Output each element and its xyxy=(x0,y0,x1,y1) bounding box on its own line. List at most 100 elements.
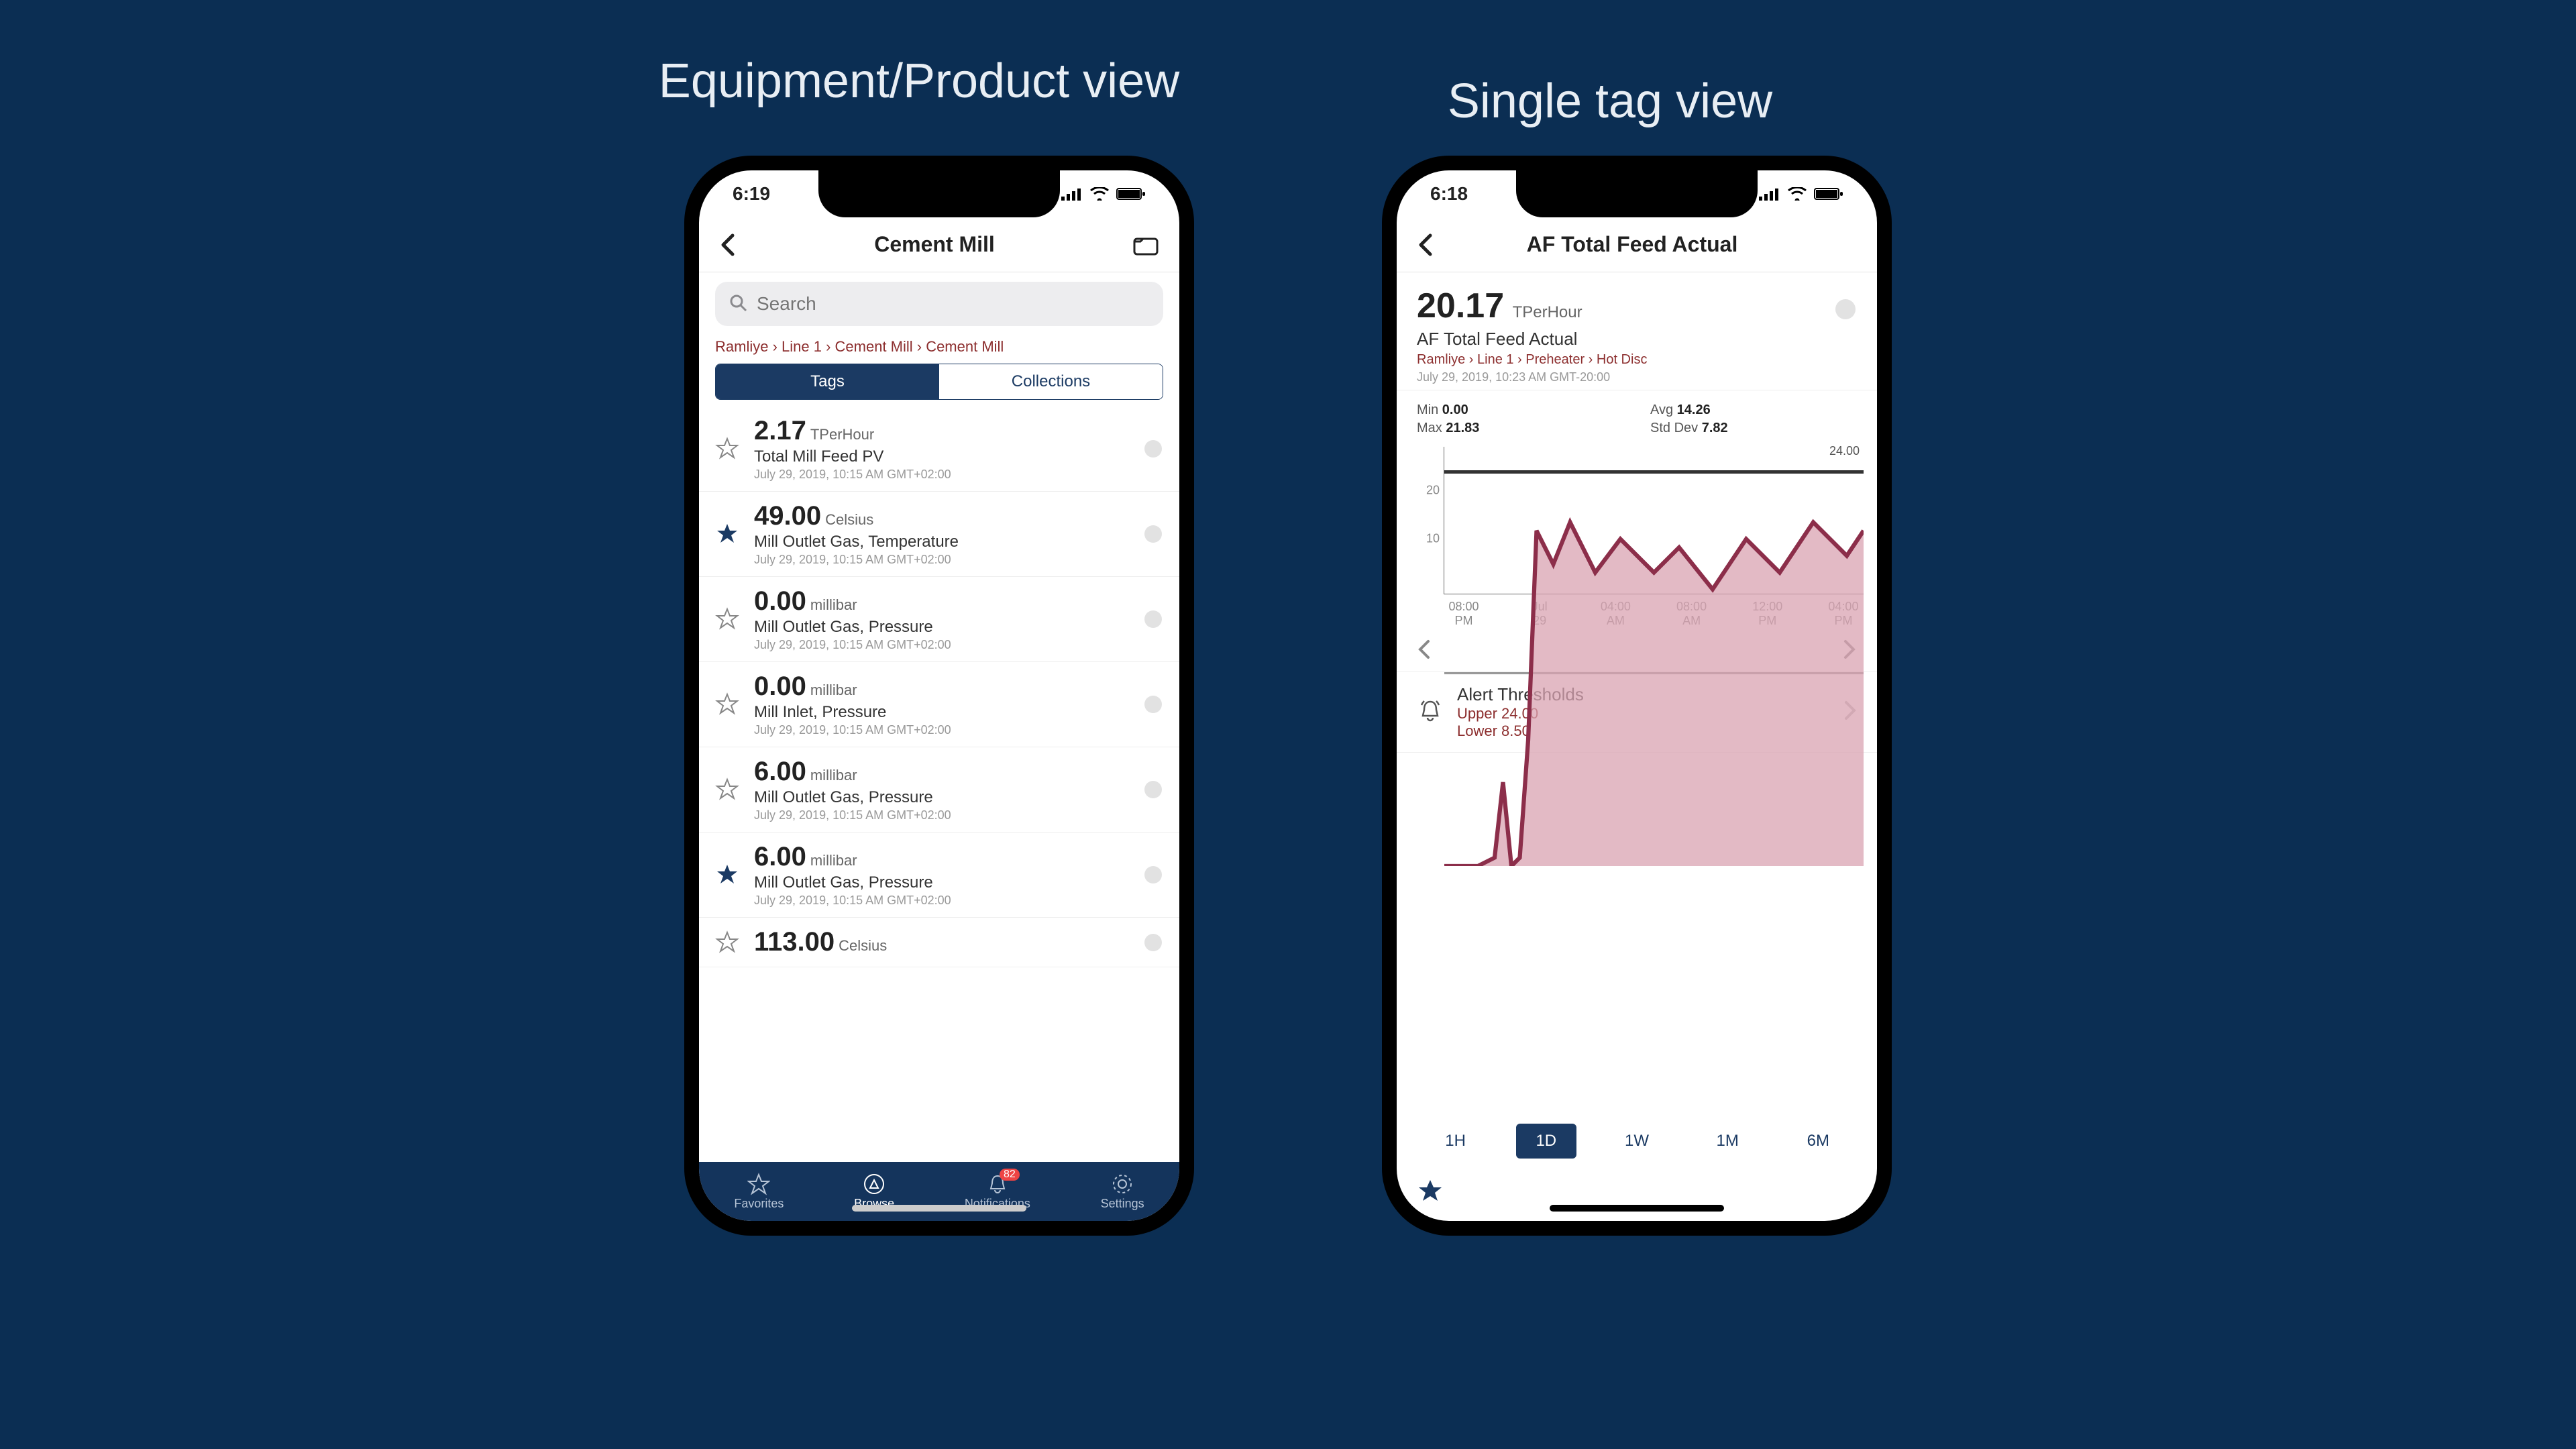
segment-tags[interactable]: Tags xyxy=(716,364,939,399)
tag-value: 49.00 xyxy=(754,501,821,531)
tag-value: 2.17 xyxy=(754,416,806,446)
tag-timestamp: July 29, 2019, 10:15 AM GMT+02:00 xyxy=(754,723,1131,737)
tag-label: Mill Outlet Gas, Pressure xyxy=(754,873,1131,892)
timeframe-1H[interactable]: 1H xyxy=(1426,1124,1486,1159)
list-item[interactable]: 113.00Celsius xyxy=(699,918,1179,967)
tab-bar: Favorites Browse 82 Notifications xyxy=(699,1162,1179,1221)
back-button[interactable] xyxy=(719,233,737,257)
tag-value: 20.17 xyxy=(1417,286,1504,326)
tag-timestamp: July 29, 2019, 10:15 AM GMT+02:00 xyxy=(754,468,1131,482)
wifi-icon xyxy=(1089,187,1110,201)
tab-settings[interactable]: Settings xyxy=(1101,1173,1144,1211)
y-axis: 20 10 xyxy=(1410,460,1444,580)
status-icon xyxy=(1143,609,1163,629)
home-indicator[interactable] xyxy=(852,1205,1026,1212)
list-item[interactable]: 0.00millibar Mill Outlet Gas, Pressure J… xyxy=(699,577,1179,662)
list-item[interactable]: 49.00Celsius Mill Outlet Gas, Temperatur… xyxy=(699,492,1179,577)
favorite-toggle[interactable] xyxy=(715,692,742,716)
tag-timestamp: July 29, 2019, 10:15 AM GMT+02:00 xyxy=(754,894,1131,908)
tag-timestamp: July 29, 2019, 10:15 AM GMT+02:00 xyxy=(754,808,1131,822)
tag-value: 113.00 xyxy=(754,927,835,957)
tag-value: 6.00 xyxy=(754,757,806,787)
wifi-icon xyxy=(1787,187,1807,201)
tag-unit: TPerHour xyxy=(1513,303,1582,321)
nav-title: AF Total Feed Actual xyxy=(1527,232,1738,257)
tab-label: Settings xyxy=(1101,1197,1144,1211)
status-time: 6:19 xyxy=(733,183,770,205)
tag-value: 6.00 xyxy=(754,842,806,872)
tag-list[interactable]: 2.17TPerHour Total Mill Feed PV July 29,… xyxy=(699,407,1179,1162)
segment-collections[interactable]: Collections xyxy=(939,364,1163,399)
back-button[interactable] xyxy=(1417,233,1434,257)
cellular-icon xyxy=(1759,187,1780,201)
tag-unit: millibar xyxy=(810,852,857,869)
timeframe-1W[interactable]: 1W xyxy=(1607,1124,1667,1159)
tab-favorites[interactable]: Favorites xyxy=(734,1173,784,1211)
slide-title-right: Single tag view xyxy=(1375,74,1845,129)
tag-label: Mill Outlet Gas, Temperature xyxy=(754,533,1131,551)
battery-icon xyxy=(1814,187,1843,201)
favorite-toggle[interactable] xyxy=(1417,1195,1444,1207)
status-icon xyxy=(1143,524,1163,544)
timeframe-1M[interactable]: 1M xyxy=(1697,1124,1758,1159)
favorite-toggle[interactable] xyxy=(715,522,742,546)
tab-label: Favorites xyxy=(734,1197,784,1211)
chart-prev-button[interactable] xyxy=(1417,639,1432,659)
notification-badge: 82 xyxy=(1000,1169,1020,1181)
tag-breadcrumb[interactable]: Ramliye › Line 1 › Preheater › Hot Disc xyxy=(1417,352,1857,368)
list-item[interactable]: 2.17TPerHour Total Mill Feed PV July 29,… xyxy=(699,407,1179,492)
breadcrumb[interactable]: Ramliye › Line 1 › Cement Mill › Cement … xyxy=(699,335,1179,364)
trend-chart[interactable]: 24.00 20 10 08:00PMJul2904:00AM08:00 xyxy=(1410,447,1864,627)
folder-action-button[interactable] xyxy=(1132,233,1159,256)
battery-icon xyxy=(1116,187,1146,201)
favorite-toggle[interactable] xyxy=(715,777,742,802)
tag-timestamp: July 29, 2019, 10:15 AM GMT+02:00 xyxy=(754,638,1131,652)
status-icon xyxy=(1143,694,1163,714)
tag-unit: Celsius xyxy=(839,937,887,954)
timeframe-1D[interactable]: 1D xyxy=(1516,1124,1576,1159)
favorite-toggle[interactable] xyxy=(715,863,742,887)
tag-value: 0.00 xyxy=(754,672,806,702)
search-input[interactable] xyxy=(757,293,1150,315)
list-item[interactable]: 0.00millibar Mill Inlet, Pressure July 2… xyxy=(699,662,1179,747)
tag-timestamp: July 29, 2019, 10:23 AM GMT-20:00 xyxy=(1417,370,1857,384)
star-icon xyxy=(747,1173,770,1195)
tag-label: Mill Outlet Gas, Pressure xyxy=(754,618,1131,637)
tag-value: 0.00 xyxy=(754,586,806,616)
search-icon xyxy=(729,293,747,315)
tag-label: Mill Outlet Gas, Pressure xyxy=(754,788,1131,807)
home-indicator[interactable] xyxy=(1550,1205,1724,1212)
status-icon xyxy=(1143,932,1163,953)
status-icon xyxy=(1143,865,1163,885)
tag-unit: millibar xyxy=(810,682,857,698)
status-icon xyxy=(1834,298,1857,324)
favorite-toggle[interactable] xyxy=(715,930,742,955)
stats-grid: Min 0.00 Avg 14.26 Max 21.83 Std Dev 7.8… xyxy=(1417,402,1857,436)
slide-title-left: Equipment/Product view xyxy=(651,54,1187,129)
tag-label: Total Mill Feed PV xyxy=(754,447,1131,466)
favorite-toggle[interactable] xyxy=(715,607,742,631)
status-icon xyxy=(1143,439,1163,459)
tag-unit: Celsius xyxy=(825,511,873,528)
favorite-toggle[interactable] xyxy=(715,437,742,461)
timeframe-6M[interactable]: 6M xyxy=(1788,1124,1848,1159)
nav-title: Cement Mill xyxy=(874,232,995,257)
phone-mockup-left: 6:19 Cement Mill Ramliye › Li xyxy=(684,156,1194,1236)
search-bar[interactable] xyxy=(715,282,1163,326)
alert-bell-icon xyxy=(1417,697,1444,727)
phone-mockup-right: 6:18 AF Total Feed Actual 20.17 TP xyxy=(1382,156,1892,1236)
tag-unit: TPerHour xyxy=(810,426,874,443)
tag-unit: millibar xyxy=(810,596,857,613)
timeframe-tabs: 1H 1D 1W 1M 6M xyxy=(1397,1110,1877,1172)
status-time: 6:18 xyxy=(1430,183,1468,205)
list-item[interactable]: 6.00millibar Mill Outlet Gas, Pressure J… xyxy=(699,833,1179,918)
tag-label: Mill Inlet, Pressure xyxy=(754,703,1131,722)
status-icon xyxy=(1143,780,1163,800)
status-bar: 6:19 xyxy=(699,170,1179,217)
tag-unit: millibar xyxy=(810,767,857,784)
tag-timestamp: July 29, 2019, 10:15 AM GMT+02:00 xyxy=(754,553,1131,567)
status-bar: 6:18 xyxy=(1397,170,1877,217)
list-item[interactable]: 6.00millibar Mill Outlet Gas, Pressure J… xyxy=(699,747,1179,833)
gear-icon xyxy=(1111,1173,1134,1195)
tag-header-card: 20.17 TPerHour AF Total Feed Actual Raml… xyxy=(1397,272,1877,390)
